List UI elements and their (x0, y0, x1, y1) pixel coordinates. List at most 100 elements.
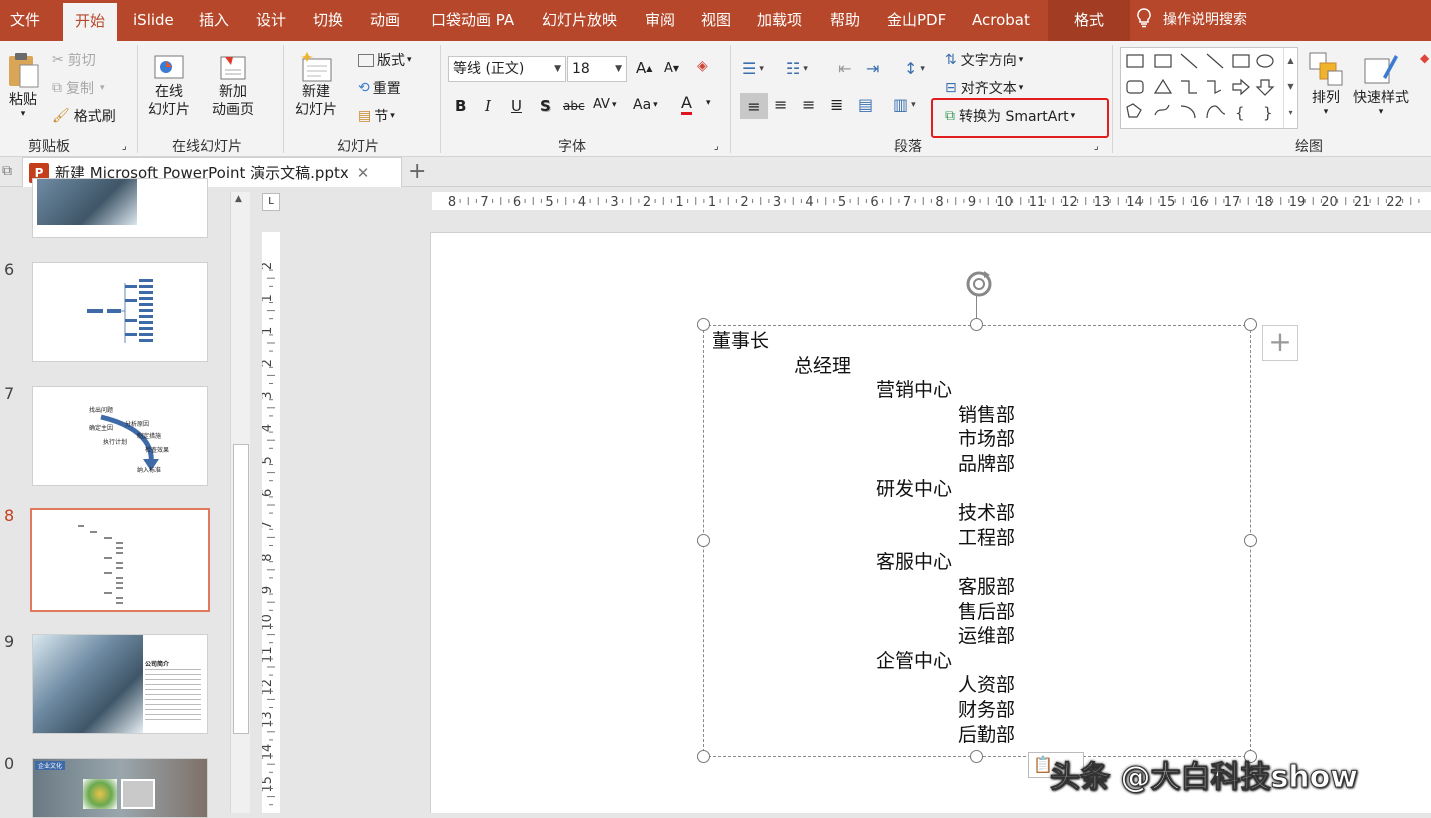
slide-thumbnail-6[interactable] (32, 262, 208, 362)
tab-islide[interactable]: iSlide (133, 0, 174, 41)
outline-line[interactable]: 运维部 (958, 624, 1015, 648)
change-case-button[interactable]: Aa ▾ (633, 97, 658, 113)
shape-fill-icon[interactable]: ◆ (1420, 51, 1429, 65)
tab-insert[interactable]: 插入 (199, 0, 229, 41)
outline-line[interactable]: 人资部 (958, 673, 1015, 697)
tab-transitions[interactable]: 切换 (313, 0, 343, 41)
quick-styles-button[interactable]: 快速样式 ▾ (1353, 51, 1409, 117)
layout-button[interactable]: 版式 ▾ (358, 50, 412, 70)
outline-line[interactable]: 工程部 (958, 526, 1015, 550)
font-name-combo[interactable]: 等线 (正文) ▼ (448, 56, 566, 82)
outline-line[interactable]: 销售部 (958, 403, 1015, 427)
outline-line[interactable]: 品牌部 (958, 452, 1015, 476)
tab-kingsoft-pdf[interactable]: 金山PDF (887, 0, 946, 41)
outline-line[interactable]: 后勤部 (958, 723, 1015, 747)
reset-button[interactable]: ⟲ 重置 (358, 78, 401, 98)
dialog-launcher-icon[interactable]: ⌟ (1094, 141, 1099, 152)
outline-line[interactable]: 企管中心 (876, 649, 952, 673)
tab-home[interactable]: 开始 (63, 3, 118, 41)
outline-line[interactable]: 客服中心 (876, 550, 952, 574)
chevron-down-icon[interactable]: ▾ (706, 98, 711, 108)
outline-line[interactable]: 技术部 (958, 501, 1015, 525)
add-icon[interactable]: + (1262, 325, 1298, 361)
resize-handle-nw[interactable] (697, 318, 710, 331)
new-slide-button[interactable]: 新建 幻灯片 (295, 51, 337, 119)
dialog-launcher-icon[interactable]: ⌟ (122, 141, 127, 152)
rotate-handle-icon[interactable] (962, 267, 996, 301)
paste-button[interactable]: 粘贴 ▾ (6, 51, 40, 119)
tab-review[interactable]: 审阅 (645, 0, 675, 41)
tab-file[interactable]: 文件 (10, 0, 40, 41)
resize-handle-n[interactable] (970, 318, 983, 331)
arrange-button[interactable]: 排列 ▾ (1308, 51, 1344, 117)
font-size-combo[interactable]: 18 ▼ (567, 56, 627, 82)
shapes-gallery[interactable]: {} ▲ ▼ ▾ (1120, 47, 1298, 129)
increase-indent-icon[interactable]: ⇥ (866, 59, 879, 78)
outline-line[interactable]: 总经理 (794, 354, 851, 378)
new-tab-icon[interactable]: + (408, 159, 426, 184)
scrollbar-thumb[interactable] (233, 444, 249, 734)
slide-thumbnail-7[interactable]: 找出问题 确定主因 分析原因 执行计划 制定措施 检查效果 纳入标准 (32, 386, 208, 486)
scroll-up-icon[interactable]: ▲ (235, 194, 242, 204)
outline-line[interactable]: 董事长 (712, 329, 769, 353)
gallery-scroll[interactable]: ▲ ▼ ▾ (1283, 48, 1297, 128)
resize-handle-s[interactable] (970, 750, 983, 763)
decrease-indent-icon[interactable]: ⇤ (838, 59, 851, 78)
underline-button[interactable]: U (511, 97, 522, 115)
tab-design[interactable]: 设计 (256, 0, 286, 41)
char-spacing-button[interactable]: AV ▾ (593, 97, 617, 112)
dialog-launcher-icon[interactable]: ⌟ (714, 141, 719, 152)
font-color-button[interactable]: A (681, 94, 692, 115)
outline-line[interactable]: 营销中心 (876, 378, 952, 402)
outline-line[interactable]: 研发中心 (876, 477, 952, 501)
vertical-ruler[interactable]: 21123456789101112131415 (260, 232, 280, 813)
bold-button[interactable]: B (455, 97, 466, 115)
align-center-icon[interactable]: ≡ (774, 95, 787, 114)
grow-font-button[interactable]: A ▲ (636, 59, 652, 77)
outline-line[interactable]: 售后部 (958, 600, 1015, 624)
align-right-icon[interactable]: ≡ (802, 95, 815, 114)
section-button[interactable]: ▤ 节 ▾ (358, 106, 395, 126)
line-spacing-icon[interactable]: ↕ ▾ (904, 59, 925, 78)
thumbnail-scrollbar[interactable]: ▲ (230, 192, 250, 813)
tab-addins[interactable]: 加载项 (757, 0, 802, 41)
tab-list-icon[interactable]: ⧉ (2, 163, 12, 179)
slide-thumbnail-5[interactable] (32, 178, 208, 238)
text-direction-button[interactable]: ⇅ 文字方向 ▾ (945, 50, 1023, 70)
resize-handle-e[interactable] (1244, 534, 1257, 547)
numbering-icon[interactable]: ☷ ▾ (786, 59, 808, 78)
slide-thumbnail-9[interactable]: 公司简介 (32, 634, 208, 734)
align-left-icon[interactable]: ≡ (740, 93, 768, 119)
tab-acrobat[interactable]: Acrobat (972, 0, 1030, 41)
tab-view[interactable]: 视图 (701, 0, 731, 41)
resize-handle-w[interactable] (697, 534, 710, 547)
tab-help[interactable]: 帮助 (830, 0, 860, 41)
outline-line[interactable]: 财务部 (958, 698, 1015, 722)
horizontal-ruler[interactable]: 8 7 6 5 4 3 2 1 1 2 3 4 5 6 7 8 9 10 11 12 13 14 15 16 17 18 19 20 2… (432, 192, 1431, 210)
justify-icon[interactable]: ≣ (830, 95, 843, 114)
resize-handle-sw[interactable] (697, 750, 710, 763)
strikethrough-button[interactable]: abc (563, 99, 585, 113)
shrink-font-button[interactable]: A ▼ (664, 61, 679, 76)
tab-pocket-animation[interactable]: 口袋动画 PA (431, 0, 514, 41)
distributed-icon[interactable]: ▤ (858, 95, 873, 114)
outline-line[interactable]: 客服部 (958, 575, 1015, 599)
clear-formatting-icon[interactable]: ◈ (697, 58, 708, 74)
tab-stop-selector[interactable]: L (262, 193, 280, 211)
copy-button[interactable]: ⧉ 复制 ▾ (52, 78, 105, 98)
tab-format[interactable]: 格式 (1048, 0, 1131, 41)
slide-thumbnail-8[interactable] (30, 508, 210, 612)
online-slides-button[interactable]: 在线 幻灯片 (148, 53, 190, 119)
bullets-icon[interactable]: ☰ ▾ (742, 59, 764, 78)
resize-handle-ne[interactable] (1244, 318, 1257, 331)
format-painter-button[interactable]: 🖌 格式刷 (52, 106, 116, 126)
shadow-button[interactable]: S (540, 97, 551, 115)
new-animation-page-button[interactable]: 新加 动画页 (212, 53, 254, 119)
close-icon[interactable]: ✕ (357, 164, 370, 182)
align-text-button[interactable]: ⊟ 对齐文本 ▾ (945, 78, 1023, 98)
italic-button[interactable]: I (485, 97, 491, 115)
tab-slideshow[interactable]: 幻灯片放映 (542, 0, 617, 41)
slide-thumbnail-10[interactable]: 企业文化 (32, 758, 208, 818)
cut-button[interactable]: ✂ 剪切 (52, 50, 96, 70)
tell-me-search[interactable]: 操作说明搜索 (1135, 0, 1247, 41)
